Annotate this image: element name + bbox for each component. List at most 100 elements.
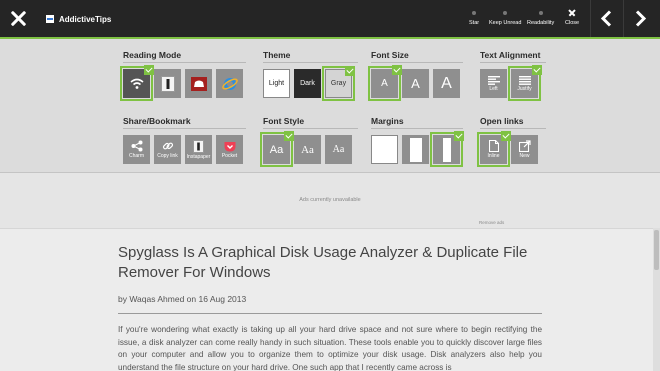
selected-check-icon — [501, 131, 511, 141]
theme-light-button[interactable]: Light — [263, 69, 290, 98]
divider — [623, 0, 624, 37]
theme-dark-button[interactable]: Dark — [294, 69, 321, 98]
top-bar: AddictiveTips Star Keep Unread Readabili… — [0, 0, 660, 37]
pocket-label: Pocket — [221, 152, 238, 159]
font-size-group: Font Size A A A — [368, 50, 463, 101]
remove-ads-link[interactable]: Remove ads — [479, 220, 504, 225]
share-charm-button[interactable]: Charm — [123, 135, 150, 164]
font-style-group: Font Style Aa Aa Aa — [260, 116, 358, 167]
open-links-group: Open links Inline New — [477, 116, 546, 167]
margin-small-icon — [409, 137, 422, 162]
reading-mode-feed-button[interactable] — [120, 65, 154, 101]
divider — [263, 128, 358, 129]
star-label: Star — [469, 20, 480, 26]
selected-check-icon — [392, 65, 402, 75]
align-left-button[interactable]: Left — [480, 69, 507, 98]
divider — [263, 62, 358, 63]
pocket-icon — [224, 141, 235, 151]
divider — [371, 128, 463, 129]
divider — [590, 0, 591, 37]
share-bookmark-title: Share/Bookmark — [123, 116, 191, 126]
keep-unread-label: Keep Unread — [489, 20, 522, 26]
instapaper-button[interactable]: Instapaper — [185, 135, 212, 164]
font-style-1-label: Aa — [269, 143, 284, 156]
font-size-large-button[interactable]: A — [433, 69, 460, 98]
document-icon — [488, 140, 499, 152]
close-label: Close — [565, 20, 580, 26]
divider — [123, 62, 246, 63]
reading-mode-instapaper-button[interactable] — [154, 69, 181, 98]
open-new-button[interactable]: New — [511, 135, 538, 164]
article-title: Spyglass Is A Graphical Disk Usage Analy… — [118, 244, 528, 281]
font-style-1-button[interactable]: Aa — [260, 131, 294, 167]
font-size-medium-label: A — [411, 76, 420, 91]
align-justify-label: Justify — [517, 85, 532, 92]
reading-mode-browser-button[interactable] — [216, 69, 243, 98]
text-alignment-title: Text Alignment — [480, 50, 541, 60]
article-byline: by Waqas Ahmed on 16 Aug 2013 — [118, 294, 247, 304]
close-button[interactable]: Close — [565, 8, 579, 32]
previous-article-button[interactable] — [592, 0, 622, 37]
font-size-title: Font Size — [371, 50, 409, 60]
margin-none-button[interactable] — [371, 135, 398, 164]
readability-label: Readability — [527, 20, 555, 26]
divider — [480, 62, 546, 63]
font-style-title: Font Style — [263, 116, 305, 126]
article-view: Spyglass Is A Graphical Disk Usage Analy… — [0, 228, 660, 371]
open-inline-label: Inline — [487, 153, 500, 159]
font-style-2-button[interactable]: Aa — [294, 135, 321, 164]
scrollbar-thumb[interactable] — [654, 230, 659, 270]
divider — [123, 128, 246, 129]
theme-group: Theme Light Dark Gray — [263, 50, 358, 101]
align-justify-button[interactable]: Justify — [508, 65, 542, 101]
instapaper-icon — [193, 139, 204, 153]
site-header: AddictiveTips — [46, 12, 111, 26]
next-article-button[interactable] — [626, 0, 656, 37]
share-charm-label: Charm — [128, 153, 144, 159]
wifi-icon — [129, 78, 144, 89]
reading-mode-readability-button[interactable] — [185, 69, 212, 98]
margin-small-button[interactable] — [402, 135, 429, 164]
font-style-2-label: Aa — [301, 143, 314, 156]
divider — [118, 313, 542, 314]
instapaper-icon — [160, 75, 175, 92]
align-left-label: Left — [489, 85, 498, 92]
font-style-3-label: Aa — [332, 144, 345, 155]
align-left-icon — [487, 75, 500, 85]
star-button[interactable]: Star — [469, 8, 479, 32]
open-links-title: Open links — [480, 116, 524, 126]
align-justify-icon — [518, 75, 531, 85]
theme-gray-button[interactable]: Gray — [322, 66, 355, 101]
theme-title: Theme — [263, 50, 291, 60]
chevron-right-icon — [635, 10, 647, 27]
readability-button[interactable]: Readability — [527, 8, 554, 32]
selected-check-icon — [532, 65, 542, 75]
copy-link-button[interactable]: Copy link — [154, 135, 181, 164]
pocket-button[interactable]: Pocket — [216, 135, 243, 164]
divider — [371, 62, 463, 63]
ad-banner: Ads currently unavailable Remove ads — [0, 173, 660, 228]
readability-icon — [536, 8, 546, 18]
margins-group: Margins — [371, 116, 464, 167]
margin-large-icon — [442, 137, 451, 162]
open-inline-button[interactable]: Inline — [477, 131, 511, 167]
copy-link-label: Copy link — [157, 153, 178, 159]
margin-none-icon — [375, 138, 394, 161]
reading-settings-panel: Reading Mode Theme Light Dark Gray Font … — [0, 37, 660, 173]
site-favicon-icon — [46, 15, 54, 23]
instapaper-label: Instapaper — [186, 153, 211, 160]
selected-check-icon — [144, 65, 154, 75]
margin-large-button[interactable] — [430, 131, 464, 167]
font-style-3-button[interactable]: Aa — [325, 135, 352, 164]
close-icon[interactable] — [0, 0, 37, 37]
share-icon — [131, 140, 142, 152]
font-size-small-button[interactable]: A — [368, 65, 402, 101]
keep-unread-icon — [500, 8, 510, 18]
external-link-icon — [518, 140, 531, 152]
theme-gray-label: Gray — [330, 80, 347, 87]
font-size-medium-button[interactable]: A — [402, 69, 429, 98]
reading-mode-group: Reading Mode — [120, 50, 246, 101]
selected-check-icon — [345, 66, 355, 76]
reading-mode-title: Reading Mode — [123, 50, 182, 60]
keep-unread-button[interactable]: Keep Unread — [489, 8, 521, 32]
